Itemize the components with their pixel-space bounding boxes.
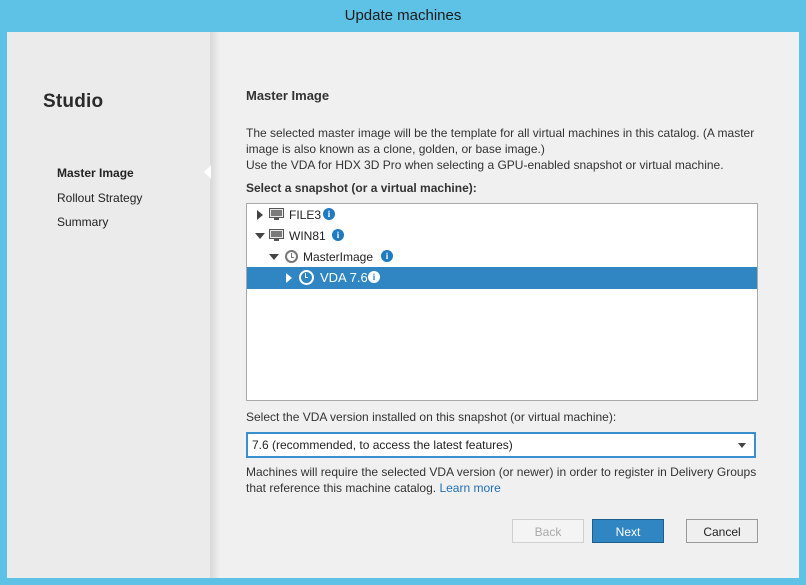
vda-note-text: Machines will require the selected VDA v… — [246, 465, 757, 495]
vda-version-value: 7.6 (recommended, to access the latest f… — [252, 438, 513, 452]
description: The selected master image will be the te… — [246, 125, 766, 173]
snapshot-clock-icon — [285, 250, 298, 263]
learn-more-link[interactable]: Learn more — [439, 481, 500, 495]
studio-brand: Studio — [43, 91, 104, 112]
sidebar-item-master-image[interactable]: Master Image — [57, 166, 134, 180]
description-line-2: Use the VDA for HDX 3D Pro when selectin… — [246, 158, 724, 172]
description-line-1: The selected master image will be the te… — [246, 126, 755, 156]
tree-item-masterimage[interactable]: MasterImage i — [247, 246, 757, 268]
next-button[interactable]: Next — [592, 519, 664, 543]
info-icon[interactable]: i — [368, 271, 380, 283]
cancel-button[interactable]: Cancel — [686, 519, 758, 543]
tree-item-win81[interactable]: WIN81 i — [247, 225, 757, 247]
monitor-icon — [269, 229, 284, 241]
wizard-body: Studio Master Image Rollout Strategy Sum… — [7, 32, 799, 578]
collapse-arrow-icon[interactable] — [255, 233, 265, 239]
tree-item-label: MasterImage — [303, 250, 374, 264]
collapse-arrow-icon[interactable] — [269, 254, 279, 260]
snapshot-tree[interactable]: FILE3 i WIN81 i MasterImage i VDA 7.6 i — [246, 203, 758, 401]
tree-item-label: FILE3 — [289, 208, 322, 222]
active-step-pointer-icon — [204, 165, 211, 179]
expand-arrow-icon[interactable] — [257, 210, 263, 220]
window-title: Update machines — [344, 7, 462, 24]
tree-item-vda-7-6[interactable]: VDA 7.6 i — [247, 267, 757, 289]
vda-version-label: Select the VDA version installed on this… — [246, 410, 617, 424]
chevron-down-icon[interactable] — [738, 443, 746, 448]
sidebar-divider — [210, 32, 220, 578]
monitor-icon — [269, 208, 284, 220]
tree-item-label: VDA 7.6 — [320, 270, 368, 285]
sidebar-item-rollout-strategy[interactable]: Rollout Strategy — [57, 191, 142, 205]
page-title: Master Image — [246, 88, 330, 103]
sidebar-item-summary[interactable]: Summary — [57, 215, 108, 229]
tree-item-file3[interactable]: FILE3 i — [247, 204, 757, 226]
wizard-sidebar: Studio Master Image Rollout Strategy Sum… — [7, 32, 210, 578]
tree-item-label: WIN81 — [289, 229, 326, 243]
info-icon[interactable]: i — [381, 250, 393, 262]
vda-version-select[interactable]: 7.6 (recommended, to access the latest f… — [246, 432, 756, 458]
snapshot-label: Select a snapshot (or a virtual machine)… — [246, 181, 477, 195]
title-bar: Update machines — [0, 0, 806, 32]
expand-arrow-icon[interactable] — [286, 273, 292, 283]
info-icon[interactable]: i — [332, 229, 344, 241]
snapshot-clock-icon — [299, 270, 314, 285]
back-button[interactable]: Back — [512, 519, 584, 543]
vda-note: Machines will require the selected VDA v… — [246, 464, 766, 496]
update-machines-window: Update machines Studio Master Image Roll… — [0, 0, 806, 585]
info-icon[interactable]: i — [323, 208, 335, 220]
